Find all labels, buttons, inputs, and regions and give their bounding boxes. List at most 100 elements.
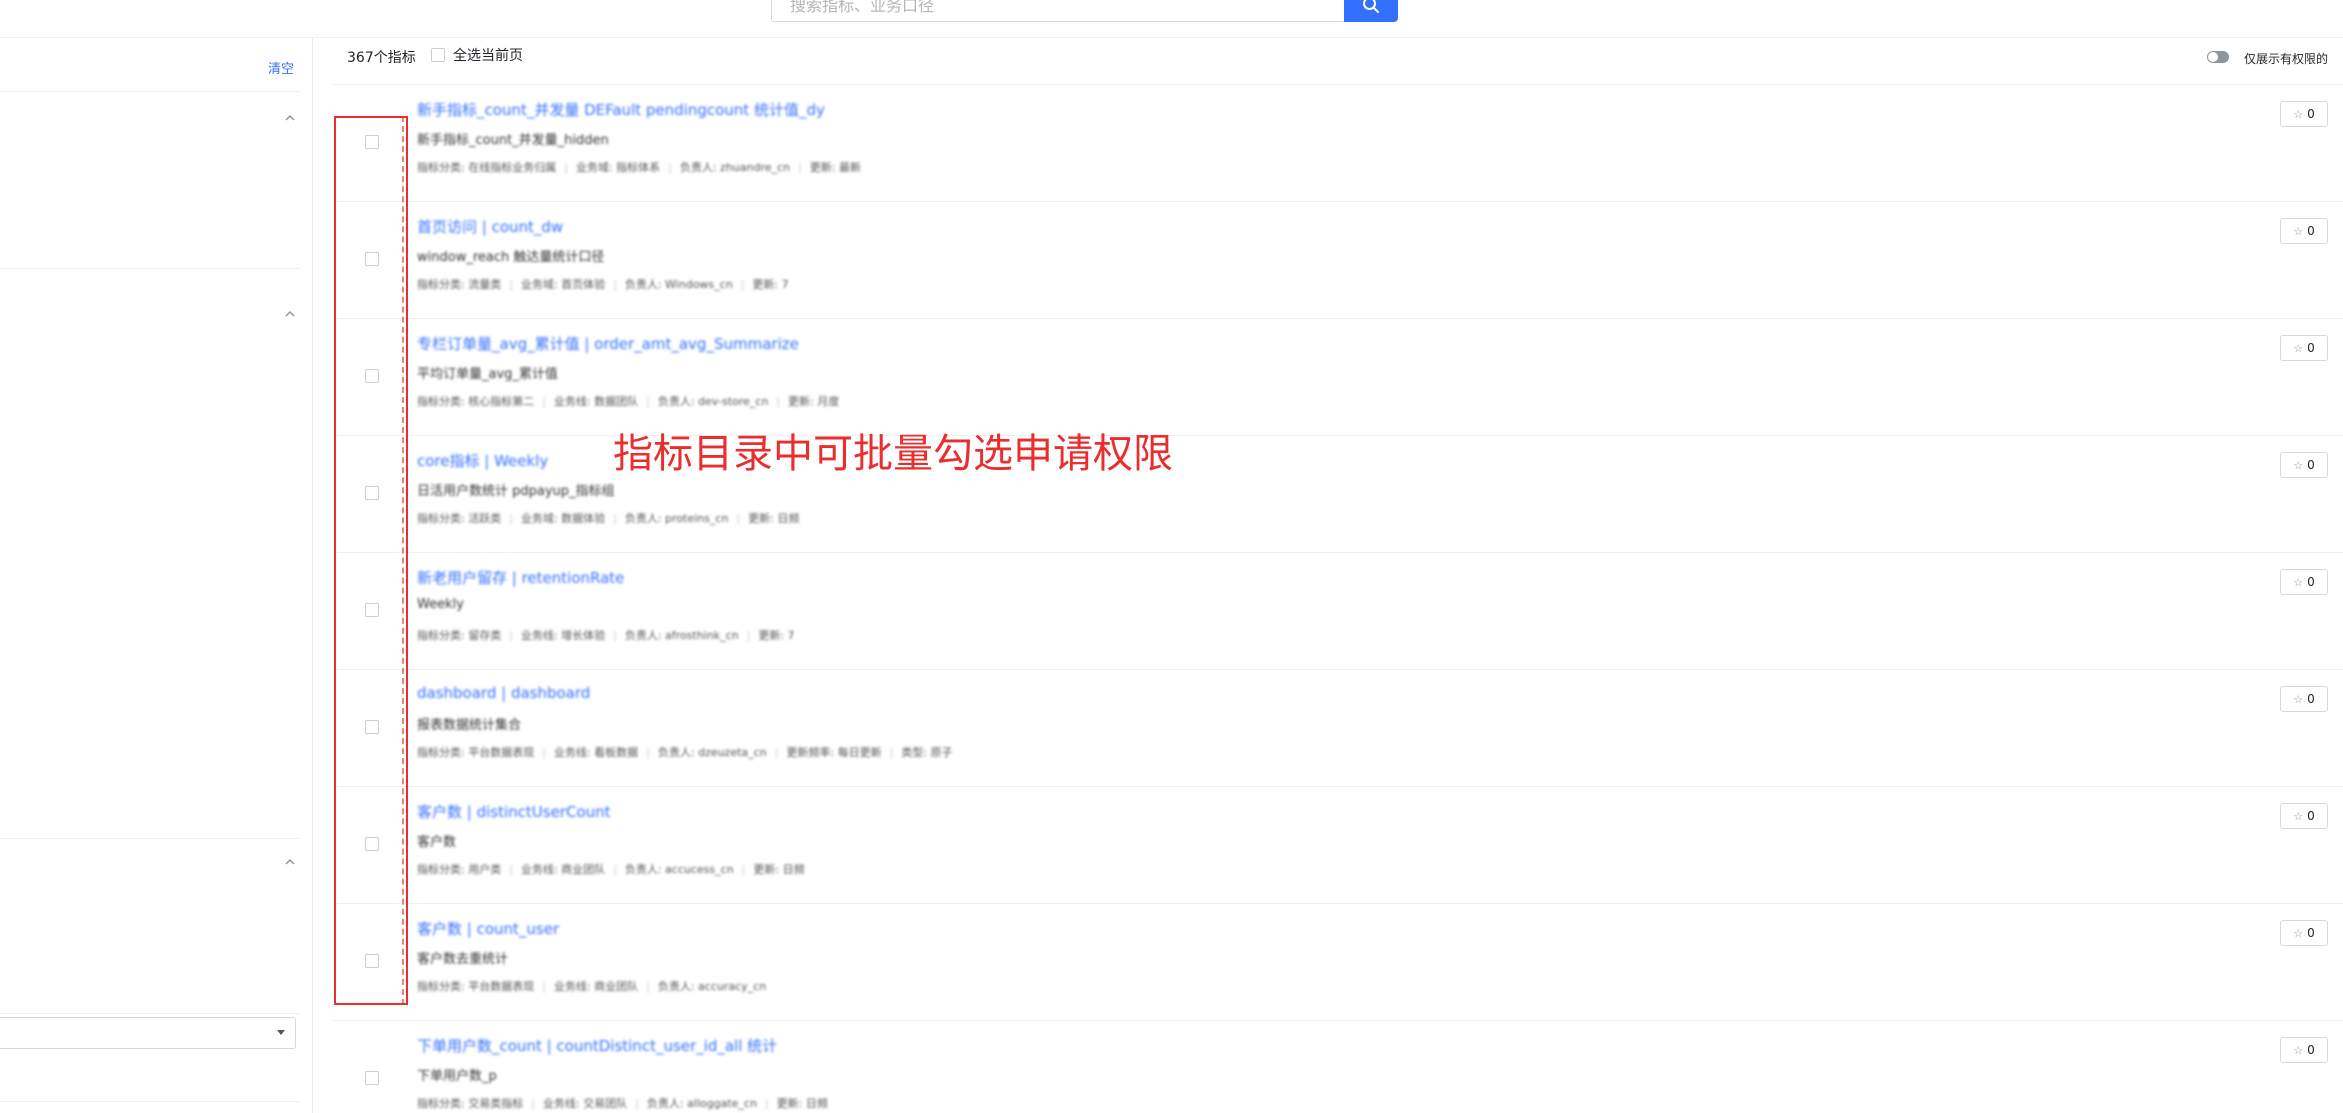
select-current-page[interactable]: 全选当前页	[431, 45, 523, 65]
favorite-count: 0	[2307, 224, 2315, 238]
meta-field: 更新: 最新	[809, 161, 861, 174]
clear-filters-link[interactable]: 清空	[268, 58, 294, 77]
item-title-link[interactable]: 客户数 | count_user	[417, 918, 559, 939]
top-bar	[0, 0, 2343, 38]
meta-field: 指标分类: 流量类	[417, 278, 502, 291]
meta-field: 更新频率: 每日更新	[786, 746, 882, 759]
favorite-count: 0	[2307, 1043, 2315, 1057]
meta-field: 负责人: afrosthink_cn	[624, 629, 739, 642]
favorite-count: 0	[2307, 575, 2315, 589]
favorite-button[interactable]: ☆ 0	[2280, 452, 2328, 478]
meta-field: 负责人: accuracy_cn	[657, 980, 767, 993]
favorite-button[interactable]: ☆ 0	[2280, 1037, 2328, 1063]
chevron-up-icon[interactable]	[284, 308, 296, 320]
favorite-count: 0	[2307, 809, 2315, 823]
meta-field: 负责人: dev-store_cn	[657, 395, 769, 408]
favorite-button[interactable]: ☆ 0	[2280, 920, 2328, 946]
favorite-button[interactable]: ☆ 0	[2280, 335, 2328, 361]
favorite-count: 0	[2307, 107, 2315, 121]
list-item: 客户数 | count_user 客户数去重统计 指标分类: 平台数据表现 | 业务…	[333, 904, 2343, 1021]
item-title-link[interactable]: core指标 | Weekly	[417, 450, 548, 471]
item-title-link[interactable]: 下单用户数_count | countDistinct_user_id_all …	[417, 1035, 777, 1056]
meta-field: 业务线: 增长体验	[520, 629, 606, 642]
meta-field: 更新: 月度	[788, 395, 840, 408]
annotation-text: 指标目录中可批量勾选申请权限	[613, 431, 1173, 477]
star-icon: ☆	[2293, 926, 2304, 940]
meta-field: 指标分类: 在线指标业务归属	[417, 161, 557, 174]
item-description: 平均订单量_avg_累计值	[417, 367, 558, 382]
favorite-button[interactable]: ☆ 0	[2280, 218, 2328, 244]
star-icon: ☆	[2293, 692, 2304, 706]
meta-field: 负责人: alloggate_cn	[646, 1097, 757, 1110]
star-icon: ☆	[2293, 224, 2304, 238]
favorite-button[interactable]: ☆ 0	[2280, 101, 2328, 127]
filter-divider	[0, 1013, 300, 1014]
only-permitted-toggle[interactable]	[2207, 51, 2229, 63]
item-description: 日活用户数统计 pdpayup_指标组	[417, 484, 615, 499]
meta-field: 业务域: 数据体验	[520, 512, 606, 525]
filter-panel: 清空	[0, 38, 313, 1113]
select-page-label: 全选当前页	[453, 48, 523, 64]
star-icon: ☆	[2293, 341, 2304, 355]
search-icon	[1363, 0, 1379, 13]
annotation-highlight-box	[334, 116, 408, 1005]
item-description: 下单用户数_p	[417, 1069, 497, 1084]
favorite-button[interactable]: ☆ 0	[2280, 686, 2328, 712]
favorite-count: 0	[2307, 926, 2315, 940]
item-title-link[interactable]: 首页访问 | count_dw	[417, 216, 563, 237]
list-item: 专栏订单量_avg_累计值 | order_amt_avg_Summarize …	[333, 319, 2343, 436]
favorite-count: 0	[2307, 692, 2315, 706]
item-checkbox[interactable]	[365, 1071, 379, 1085]
star-icon: ☆	[2293, 458, 2304, 472]
list-item: dashboard | dashboard 报表数据统计集合 指标分类: 平台数…	[333, 670, 2343, 787]
item-description: window_reach 触达量统计口径	[417, 250, 605, 265]
search-button[interactable]	[1344, 0, 1398, 22]
meta-field: 业务线: 商业团队	[553, 980, 639, 993]
list-item: 新老用户留存 | retentionRate Weekly 指标分类: 留存类 |…	[333, 553, 2343, 670]
meta-field: 负责人: proteins_cn	[624, 512, 729, 525]
chevron-up-icon[interactable]	[284, 112, 296, 124]
meta-field: 负责人: accucess_cn	[624, 863, 734, 876]
result-count: 367个指标	[347, 50, 416, 66]
meta-field: 更新: 7	[758, 629, 795, 642]
item-description: Weekly	[417, 597, 464, 612]
chevron-down-icon	[277, 1030, 285, 1035]
meta-field: 更新: 7	[752, 278, 789, 291]
meta-field: 更新: 日频	[776, 1097, 828, 1110]
select-page-checkbox[interactable]	[431, 48, 445, 62]
only-permitted-label: 仅展示有权限的	[2244, 52, 2329, 66]
star-icon: ☆	[2293, 107, 2304, 121]
meta-field: 指标分类: 用户类	[417, 863, 502, 876]
item-description: 报表数据统计集合	[417, 718, 522, 733]
search-input[interactable]	[771, 0, 1344, 22]
item-title-link[interactable]: 新老用户留存 | retentionRate	[417, 567, 624, 588]
list-item: 下单用户数_count | countDistinct_user_id_all …	[333, 1021, 2343, 1113]
meta-field: 更新: 日频	[753, 863, 805, 876]
favorite-button[interactable]: ☆ 0	[2280, 569, 2328, 595]
filter-divider	[0, 838, 300, 839]
item-description: 客户数去重统计	[417, 952, 509, 967]
list-item: 首页访问 | count_dw window_reach 触达量统计口径 指标分…	[333, 202, 2343, 319]
filter-select[interactable]	[0, 1017, 296, 1049]
meta-field: 指标分类: 平台数据表现	[417, 746, 535, 759]
meta-field: 指标分类: 平台数据表现	[417, 980, 535, 993]
star-icon: ☆	[2293, 1043, 2304, 1057]
item-meta: 指标分类: 活跃类 | 业务域: 数据体验 | 负责人: proteins_cn | 更新:…	[417, 512, 800, 525]
meta-field: 业务域: 首页体验	[520, 278, 606, 291]
item-meta: 指标分类: 在线指标业务归属 | 业务域: 指标体系 | 负责人: zhuandre_c…	[417, 161, 861, 174]
item-title-link[interactable]: 客户数 | distinctUserCount	[417, 801, 611, 822]
search-box	[771, 0, 1398, 22]
item-description: 客户数	[417, 835, 457, 850]
favorite-button[interactable]: ☆ 0	[2280, 803, 2328, 829]
item-title-link[interactable]: 新手指标_count_并发量 DEFault pendingcount 统计值_…	[417, 99, 825, 120]
filter-divider	[0, 91, 300, 92]
chevron-up-icon[interactable]	[284, 856, 296, 868]
item-title-link[interactable]: dashboard | dashboard	[417, 684, 590, 702]
meta-field: 更新: 日频	[748, 512, 800, 525]
item-meta: 指标分类: 平台数据表现 | 业务线: 看板数据 | 负责人: dzeuzeta_cn |…	[417, 746, 953, 759]
meta-field: 业务线: 数据团队	[553, 395, 639, 408]
item-title-link[interactable]: 专栏订单量_avg_累计值 | order_amt_avg_Summarize	[417, 333, 799, 354]
meta-field: 指标分类: 活跃类	[417, 512, 502, 525]
filter-divider	[0, 268, 300, 269]
meta-field: 负责人: dzeuzeta_cn	[657, 746, 767, 759]
